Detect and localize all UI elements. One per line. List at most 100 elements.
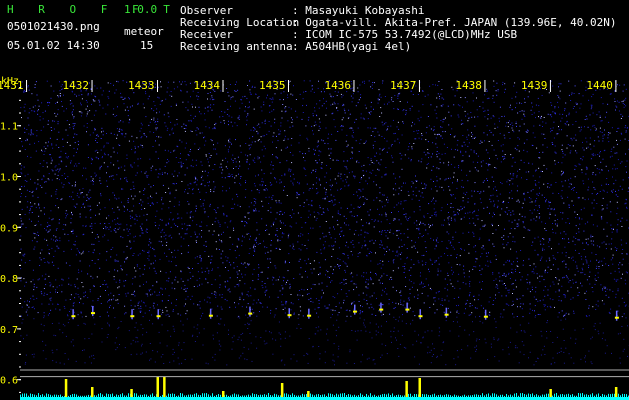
- noise-pixel: [208, 272, 210, 274]
- noise-pixel: [625, 242, 627, 244]
- noise-pixel: [367, 283, 369, 285]
- noise-pixel: [381, 121, 383, 123]
- noise-pixel: [22, 223, 24, 225]
- noise-pixel: [458, 116, 460, 118]
- noise-pixel: [451, 128, 453, 130]
- noise-pixel: [50, 238, 52, 240]
- noise-pixel: [578, 231, 580, 233]
- noise-pixel: [259, 302, 261, 304]
- noise-pixel: [414, 315, 416, 317]
- noise-pixel: [414, 247, 416, 249]
- noise-pixel: [395, 183, 396, 185]
- noise-pixel: [110, 256, 112, 258]
- noise-pixel: [265, 230, 266, 231]
- noise-pixel: [554, 160, 556, 162]
- noise-pixel: [582, 147, 584, 149]
- noise-pixel: [374, 141, 376, 142]
- noise-pixel: [624, 203, 626, 205]
- noise-pixel: [204, 107, 206, 109]
- noise-pixel: [576, 192, 578, 193]
- noise-pixel: [77, 287, 79, 289]
- noise-pixel: [231, 174, 233, 175]
- noise-pixel: [45, 273, 47, 275]
- noise-pixel: [391, 212, 392, 213]
- noise-pixel: [111, 208, 113, 210]
- noise-pixel: [515, 251, 517, 253]
- noise-pixel: [258, 157, 260, 159]
- noise-pixel: [257, 97, 259, 99]
- noise-pixel: [143, 250, 145, 252]
- noise-pixel: [93, 249, 95, 251]
- noise-pixel: [262, 184, 264, 186]
- noise-pixel: [536, 198, 538, 199]
- noise-pixel: [390, 276, 392, 278]
- noise-pixel: [55, 229, 57, 231]
- noise-pixel: [601, 242, 603, 244]
- noise-pixel: [107, 154, 109, 156]
- noise-pixel: [544, 272, 546, 274]
- noise-pixel: [532, 189, 534, 191]
- noise-pixel: [195, 164, 197, 166]
- noise-pixel: [321, 214, 323, 215]
- noise-pixel: [428, 284, 429, 286]
- noise-pixel: [370, 111, 372, 113]
- noise-pixel: [78, 94, 80, 96]
- noise-pixel: [254, 185, 256, 187]
- noise-pixel: [364, 244, 366, 246]
- noise-pixel: [386, 274, 388, 276]
- noise-pixel: [169, 94, 171, 96]
- noise-pixel: [88, 82, 90, 84]
- noise-pixel: [153, 302, 155, 304]
- noise-pixel: [396, 251, 398, 253]
- noise-pixel: [82, 188, 84, 190]
- noise-pixel: [20, 248, 22, 250]
- noise-pixel: [34, 84, 36, 86]
- noise-pixel: [292, 182, 294, 184]
- noise-pixel: [303, 289, 305, 291]
- noise-pixel: [134, 295, 136, 297]
- noise-pixel: [555, 223, 556, 225]
- noise-pixel: [260, 302, 262, 304]
- noise-pixel: [167, 127, 169, 129]
- noise-pixel: [239, 165, 241, 167]
- noise-pixel: [133, 236, 135, 238]
- noise-pixel: [247, 114, 249, 116]
- noise-pixel: [126, 181, 128, 183]
- noise-pixel: [354, 177, 356, 179]
- noise-pixel: [217, 305, 219, 307]
- noise-pixel: [600, 161, 602, 163]
- noise-pixel: [74, 297, 76, 299]
- noise-pixel: [512, 236, 514, 238]
- noise-pixel: [91, 260, 93, 261]
- noise-pixel: [442, 104, 444, 106]
- noise-pixel: [274, 314, 276, 316]
- noise-pixel: [561, 170, 563, 172]
- noise-pixel: [507, 242, 509, 244]
- noise-pixel: [464, 212, 466, 214]
- noise-pixel: [509, 259, 510, 261]
- noise-pixel: [147, 252, 149, 253]
- noise-pixel: [452, 194, 454, 195]
- noise-pixel: [87, 105, 88, 107]
- noise-pixel: [117, 260, 119, 262]
- noise-pixel: [475, 261, 477, 263]
- noise-pixel: [155, 192, 157, 194]
- noise-pixel: [412, 311, 414, 313]
- noise-pixel: [251, 141, 253, 143]
- noise-pixel: [441, 137, 443, 139]
- noise-pixel: [286, 146, 288, 148]
- noise-pixel: [199, 147, 201, 149]
- noise-pixel: [252, 159, 254, 161]
- noise-pixel: [172, 183, 174, 185]
- noise-pixel: [391, 145, 392, 147]
- noise-pixel: [511, 197, 513, 199]
- noise-pixel: [365, 140, 367, 142]
- noise-pixel: [214, 291, 216, 293]
- noise-pixel: [615, 194, 617, 196]
- noise-pixel: [622, 179, 624, 181]
- noise-pixel: [559, 90, 561, 92]
- noise-pixel: [393, 307, 395, 309]
- noise-pixel: [38, 109, 39, 111]
- noise-pixel: [313, 211, 315, 213]
- noise-pixel: [103, 162, 105, 164]
